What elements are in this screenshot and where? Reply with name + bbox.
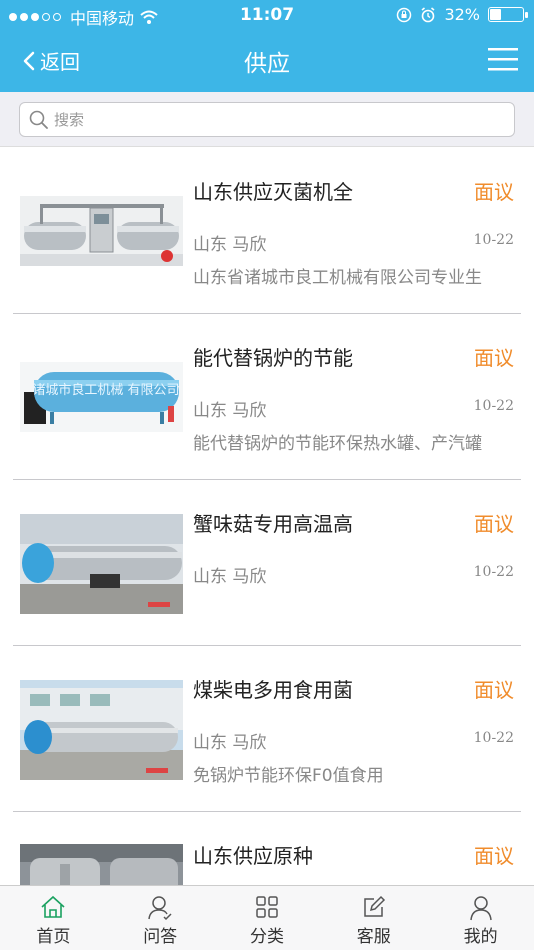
item-date: 10-22: [473, 730, 514, 746]
product-image: [20, 196, 183, 266]
tank-image-text: 诸城市良工机械 有限公司: [32, 382, 179, 398]
tab-label: 客服: [356, 927, 391, 947]
status-bar: 中国移动 11:07 32%: [0, 0, 534, 30]
list-item[interactable]: 煤柴电多用食用菌 面议 山东 马欣 10-22 免锅炉节能环保F0值食用: [0, 646, 534, 812]
item-title: 煤柴电多用食用菌: [193, 678, 353, 702]
tab-service[interactable]: 客服: [320, 886, 427, 950]
page-title: 供应: [244, 51, 290, 77]
search-icon: [29, 110, 48, 129]
item-price: 面议: [474, 346, 514, 370]
item-description: 山东省诸城市良工机械有限公司专业生: [193, 268, 482, 288]
item-location: 山东 马欣: [193, 733, 267, 753]
header: 中国移动 11:07 32% 返回 供应: [0, 0, 534, 92]
menu-button[interactable]: [488, 47, 518, 71]
item-location: 山东 马欣: [193, 401, 267, 421]
item-title: 山东供应灭菌机全: [193, 180, 353, 204]
item-title: 山东供应原种: [193, 844, 313, 868]
item-price: 面议: [474, 180, 514, 204]
item-location: 山东 马欣: [193, 567, 267, 587]
item-price: 面议: [474, 512, 514, 536]
home-icon: [41, 895, 65, 918]
item-date: 10-22: [473, 564, 514, 580]
item-title: 能代替锅炉的节能: [193, 346, 353, 370]
search-box[interactable]: [19, 102, 515, 137]
battery-icon: [488, 7, 528, 22]
search-input[interactable]: [54, 103, 494, 136]
rotation-lock-icon: [397, 7, 412, 22]
product-image: [20, 680, 183, 780]
edit-icon: [364, 895, 385, 917]
nav-bar: 返回 供应: [0, 38, 534, 84]
tab-label: 我的: [463, 927, 498, 947]
menu-icon: [488, 48, 518, 71]
tab-qa[interactable]: 问答: [107, 886, 214, 950]
status-right: 32%: [396, 5, 528, 24]
product-image: [20, 514, 183, 614]
supply-list: 山东供应灭菌机全 面议 山东 马欣 10-22 山东省诸城市良工机械有限公司专业…: [0, 148, 534, 950]
tab-mine[interactable]: 我的: [427, 886, 534, 950]
tab-label: 分类: [249, 927, 284, 947]
item-date: 10-22: [473, 398, 514, 414]
item-price: 面议: [474, 844, 514, 868]
item-description: 能代替锅炉的节能环保热水罐、产汽罐: [193, 434, 482, 454]
list-item[interactable]: 诸城市良工机械 有限公司 能代替锅炉的节能 面议 山东 马欣 10-22 能代替…: [0, 314, 534, 480]
user-question-icon: [148, 896, 172, 921]
item-date: 10-22: [473, 232, 514, 248]
search-bar: [0, 92, 534, 147]
item-title: 蟹味菇专用高温高: [193, 512, 353, 536]
tab-home[interactable]: 首页: [0, 886, 107, 950]
tab-label: 首页: [36, 927, 71, 947]
alarm-icon: [421, 6, 435, 22]
product-image: 诸城市良工机械 有限公司: [20, 362, 183, 432]
tab-bar: 首页 问答 分类 客服 我的: [0, 885, 534, 950]
battery-percent: 32%: [444, 5, 480, 24]
item-description: 免锅炉节能环保F0值食用: [193, 766, 384, 786]
tab-category[interactable]: 分类: [214, 886, 321, 950]
user-icon: [469, 896, 492, 921]
grid-icon: [256, 896, 278, 918]
item-location: 山东 马欣: [193, 235, 267, 255]
tab-label: 问答: [143, 927, 178, 947]
battery-fill: [490, 9, 501, 20]
list-item[interactable]: 山东供应灭菌机全 面议 山东 马欣 10-22 山东省诸城市良工机械有限公司专业…: [0, 148, 534, 314]
item-price: 面议: [474, 678, 514, 702]
list-item[interactable]: 蟹味菇专用高温高 面议 山东 马欣 10-22: [0, 480, 534, 646]
